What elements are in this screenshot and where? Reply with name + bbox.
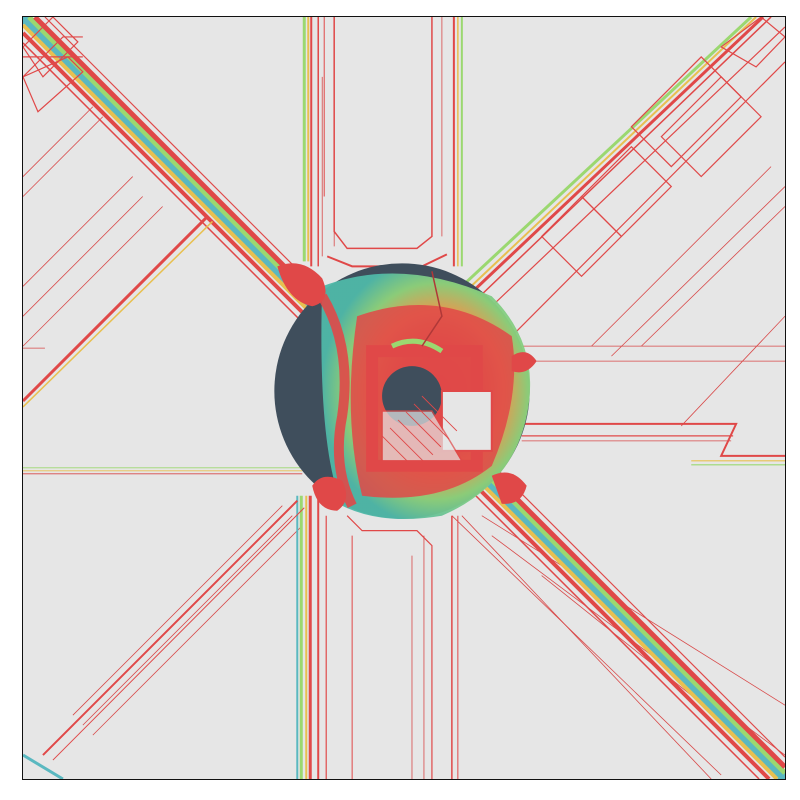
visualization-frame [22, 16, 786, 780]
field-visualization [23, 17, 785, 779]
